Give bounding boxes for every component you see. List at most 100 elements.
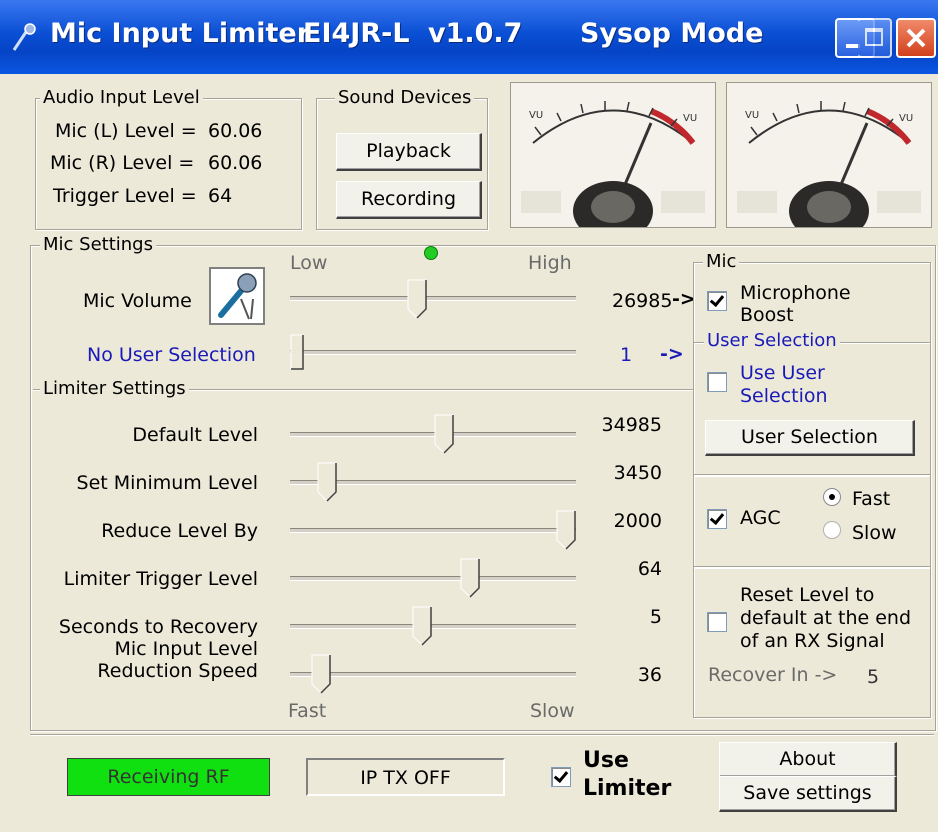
window-mode: Sysop Mode (580, 18, 764, 49)
svg-text:VU: VU (529, 110, 543, 121)
ip-tx-status: IP TX OFF (306, 758, 505, 796)
reset-line1: Reset Level to (740, 584, 875, 606)
user-selection-button[interactable]: User Selection (705, 420, 915, 456)
user-panel-title: User Selection (704, 331, 840, 351)
use-user-selection-line2: Selection (740, 385, 828, 407)
agc-slow-radio[interactable] (823, 521, 841, 539)
mic-volume-value: 26985 (612, 290, 673, 312)
app-icon (12, 23, 36, 51)
limiter-row-slider[interactable] (317, 462, 337, 502)
svg-text:VU: VU (683, 113, 697, 124)
close-button[interactable] (896, 18, 936, 58)
limiter-row-value: 2000 (613, 510, 662, 532)
use-limiter-checkbox[interactable] (551, 767, 571, 787)
sound-devices-title: Sound Devices (335, 88, 475, 108)
vu-meter-right-dial: VU VU (737, 101, 921, 227)
recording-button[interactable]: Recording (336, 181, 482, 219)
window-callsign: EI4JR-L (303, 18, 410, 49)
reset-line3: of an RX Signal (740, 630, 885, 652)
limiter-row-label: Set Minimum Level (76, 472, 258, 494)
recover-in-label: Recover In -> (708, 664, 838, 686)
mic-l-label: Mic (L) Level = (55, 120, 197, 142)
limiter-row-label: Seconds to Recovery (58, 616, 258, 638)
svg-text:VU: VU (899, 113, 913, 124)
limiter-row-slider[interactable] (412, 606, 433, 646)
mic-volume-slider[interactable] (407, 279, 427, 319)
use-limiter-line2: Limiter (583, 776, 672, 801)
app-window: Mic Input Limiter EI4JR-L v1.0.7 Sysop M… (0, 0, 938, 832)
limiter-row-track (290, 576, 576, 581)
use-limiter-line1: Use (583, 748, 629, 773)
agc-label: AGC (740, 507, 781, 529)
speed-slow-label: Slow (530, 700, 575, 722)
microphone-boost-checkbox[interactable] (707, 291, 727, 311)
limiter-row-label-line1: Mic Input Level (114, 638, 258, 660)
user-selection-arrow: -> (660, 343, 684, 365)
microphone-boost-line1: Microphone (740, 282, 851, 304)
limiter-row-slider[interactable] (460, 558, 480, 598)
limiter-row-slider[interactable] (434, 414, 454, 454)
mic-volume-track (290, 296, 576, 301)
reset-level-checkbox[interactable] (707, 612, 727, 632)
limiter-settings-title: Limiter Settings (40, 379, 189, 399)
bottom-separator (30, 734, 934, 735)
trigger-level-value: 64 (208, 185, 233, 207)
close-icon (906, 28, 926, 48)
limiter-row-label-line2: Reduction Speed (97, 660, 258, 682)
recover-in-value: 5 (867, 666, 880, 688)
limiter-row-value: 34985 (601, 414, 662, 436)
indicator-led (424, 246, 438, 260)
limiter-row-label: Default Level (132, 424, 258, 446)
microphone-button[interactable] (209, 267, 265, 325)
window-version: v1.0.7 (428, 18, 523, 49)
maximize-button[interactable] (858, 18, 892, 58)
high-label: High (528, 252, 572, 274)
mic-volume-label: Mic Volume (83, 290, 192, 312)
limiter-row-slider[interactable] (311, 654, 332, 694)
agc-checkbox[interactable] (707, 509, 727, 529)
title-bar[interactable]: Mic Input Limiter EI4JR-L v1.0.7 Sysop M… (0, 0, 938, 74)
use-user-selection-checkbox[interactable] (707, 372, 727, 392)
user-selection-slider[interactable] (290, 334, 304, 374)
playback-button[interactable]: Playback (336, 133, 482, 171)
limiter-row-value: 3450 (613, 462, 662, 484)
agc-slow-label: Slow (852, 522, 897, 544)
low-label: Low (290, 252, 328, 274)
agc-fast-label: Fast (852, 488, 891, 510)
limiter-row-track (290, 624, 576, 629)
limiter-row-value: 5 (649, 606, 662, 628)
user-selection-track (290, 350, 576, 355)
reset-line2: default at the end (740, 607, 912, 629)
save-settings-button[interactable]: Save settings (719, 776, 897, 812)
agc-fast-radio[interactable] (823, 488, 841, 506)
maximize-icon (865, 28, 883, 46)
mic-l-value: 60.06 (208, 120, 263, 142)
vu-meter-right: VU VU (726, 82, 932, 228)
speed-fast-label: Fast (288, 700, 327, 722)
microphone-boost-line2: Boost (740, 304, 794, 326)
svg-text:VU: VU (745, 110, 759, 121)
limiter-row-value: 36 (637, 664, 662, 686)
about-button[interactable]: About (719, 742, 897, 778)
limiter-row-label: Limiter Trigger Level (63, 568, 258, 590)
mic-r-value: 60.06 (208, 152, 263, 174)
use-user-selection-line1: Use User (740, 362, 825, 384)
mic-panel-title: Mic (703, 252, 740, 272)
limiter-row-track (290, 528, 576, 533)
limiter-row-track (290, 672, 576, 677)
agc-panel (693, 474, 931, 568)
limiter-row-label: Reduce Level By (101, 520, 258, 542)
mic-r-label: Mic (R) Level = (50, 152, 195, 174)
receiving-rf-status: Receiving RF (67, 758, 270, 796)
microphone-icon (218, 273, 257, 320)
mic-settings-title: Mic Settings (40, 235, 156, 255)
vu-meter-left-dial: VU VU (521, 101, 705, 227)
window-title: Mic Input Limiter (50, 18, 311, 49)
no-user-selection-label: No User Selection (87, 344, 256, 366)
limiter-row-value: 64 (637, 558, 662, 580)
audio-input-title: Audio Input Level (40, 88, 203, 108)
vu-meter-left: VU VU (510, 82, 716, 228)
limiter-row-slider[interactable] (556, 510, 576, 550)
user-selection-value: 1 (620, 344, 633, 366)
trigger-level-label: Trigger Level = (53, 185, 197, 207)
